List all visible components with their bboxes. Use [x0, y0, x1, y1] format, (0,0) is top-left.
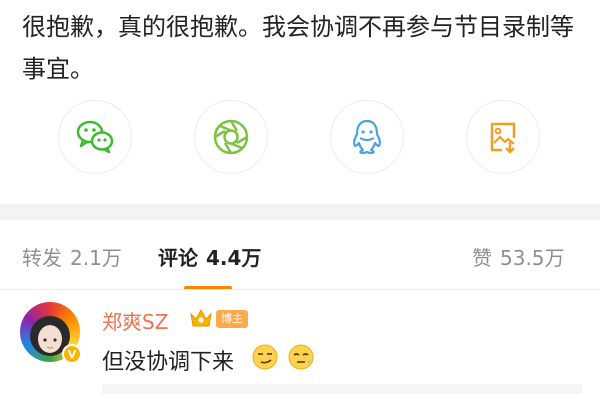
share-moments-button[interactable] — [194, 100, 268, 174]
tab-bar: 转发 2.1万 评论 4.4万 赞 53.5万 — [0, 220, 600, 290]
share-qq-button[interactable] — [330, 100, 404, 174]
section-gap — [0, 204, 600, 220]
comment-username[interactable]: 郑爽SZ — [102, 306, 168, 335]
tab-repost-label: 转发 — [22, 246, 62, 270]
tab-comments-label: 评论 — [158, 246, 198, 270]
crown-icon — [190, 308, 212, 327]
tab-comments[interactable]: 评论 4.4万 — [158, 242, 261, 271]
share-wechat-button[interactable] — [58, 100, 132, 174]
tab-likes-label: 赞 — [472, 246, 492, 270]
tab-likes[interactable]: 赞 53.5万 — [472, 242, 565, 271]
moments-icon — [213, 119, 249, 155]
tab-repost-count: 2.1万 — [70, 246, 122, 270]
comment-text: 但没协调下来 — [102, 350, 235, 375]
reply-preview-box[interactable] — [102, 384, 582, 394]
tab-comments-count: 4.4万 — [206, 246, 262, 270]
wechat-icon — [76, 120, 114, 154]
qq-icon — [353, 119, 381, 155]
tab-likes-count: 53.5万 — [500, 246, 565, 270]
sweat-emoji-icon — [288, 344, 314, 370]
post-text: 很抱歉，真的很抱歉。我会协调不再参与节目录制等事宜。 — [22, 13, 574, 83]
verified-badge-icon: V — [62, 344, 82, 364]
tab-repost[interactable]: 转发 2.1万 — [22, 242, 122, 271]
share-row — [0, 100, 600, 178]
divider — [0, 289, 600, 290]
blogger-badge: 博主 — [216, 310, 248, 328]
save-image-icon — [490, 122, 516, 154]
smirk-emoji-icon — [252, 344, 278, 370]
share-save-image-button[interactable] — [466, 100, 540, 174]
